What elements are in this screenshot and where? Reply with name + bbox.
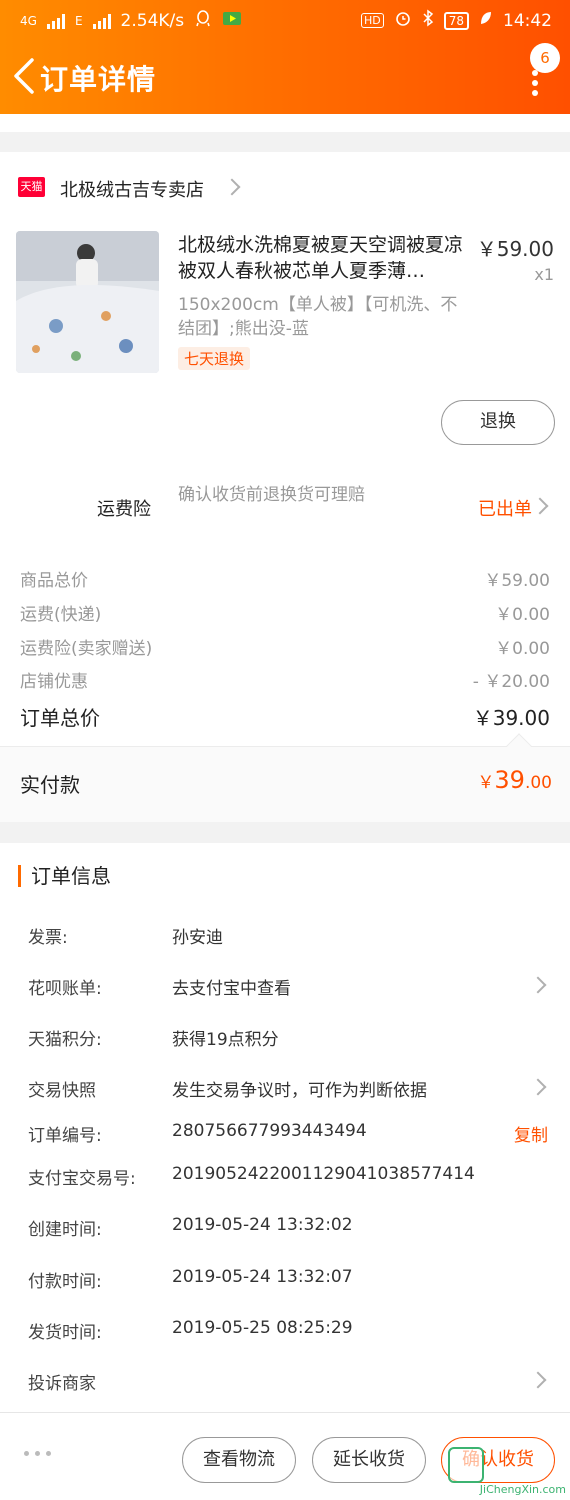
status-bar: 4G E 2.54K/s HD 78 14:42 [0,0,570,38]
paid-integer: 39 [494,766,525,794]
network-4g: 4G [20,13,37,28]
info-row-label: 发票: [28,928,68,948]
info-row-label: 花呗账单: [28,979,102,999]
order-info-title: 订单信息 [18,865,111,887]
price-row-value: ￥59.00 [484,571,550,591]
hd-icon: HD [360,13,384,28]
info-row-label: 支付宝交易号: [28,1169,136,1189]
price-row-label: 商品总价 [20,571,88,591]
tmall-icon: 天猫 [18,177,45,197]
alarm-icon [394,9,412,32]
info-row-shipped-time: 发货时间: 2019-05-25 08:25:29 [28,1318,552,1344]
network-e: E [74,13,83,28]
paid-amount: ￥39.00 [477,766,552,794]
info-row-label: 订单编号: [28,1126,102,1146]
back-icon[interactable] [10,56,40,96]
order-total-value: ￥39.00 [472,706,550,730]
info-row-complaint[interactable]: 投诉商家 [28,1369,552,1395]
price-row-value: ￥0.00 [495,605,550,625]
product-image[interactable] [16,231,159,373]
video-app-icon [222,9,242,32]
more-menu-icon[interactable] [532,70,540,98]
battery-icon: 78 [443,11,469,30]
price-row-insurance: 运费险(卖家赠送) ￥0.00 [20,634,550,659]
page-title: 订单详情 [40,63,157,96]
product-name[interactable]: 北极绒水洗棉夏被夏天空调被夏凉被双人春秋被芯单人夏季薄… [178,232,468,284]
info-row-created: 创建时间: 2019-05-24 13:32:02 [28,1215,552,1241]
info-row-value: 孙安迪 [172,928,223,948]
insurance-status[interactable]: 已出单 [478,495,532,521]
product-price: ￥59.00 [476,237,554,261]
info-row-value: 280756677993443494 [172,1121,367,1141]
info-row-invoice: 发票: 孙安迪 [28,923,552,949]
info-row-value: 发生交易争议时，可作为判断依据 [172,1081,427,1101]
info-row-value: 2019052422001129041038577414 [172,1164,475,1184]
seven-day-return-tag: 七天退换 [178,347,251,370]
price-row-discount: 店铺优惠 - ￥20.00 [20,667,550,692]
network-speed: 2.54K/s [120,10,185,31]
info-row-label: 交易快照 [28,1081,96,1101]
order-total-label: 订单总价 [20,706,100,730]
shop-name[interactable]: 北极绒古吉专卖店 [60,176,204,202]
info-row-label: 创建时间: [28,1220,102,1240]
price-row-label: 店铺优惠 [20,672,88,692]
paid-decimal: .00 [524,773,552,793]
qq-icon [194,9,212,32]
info-row-label: 付款时间: [28,1272,102,1292]
extend-receipt-button[interactable]: 延长收货 [312,1437,426,1483]
info-row-alipay-number: 支付宝交易号: 2019052422001129041038577414 [28,1164,552,1190]
info-row-label: 发货时间: [28,1323,102,1343]
clock-time: 14:42 [503,10,552,31]
shipping-insurance-title: 运费险 [97,499,151,520]
price-row-goods: 商品总价 ￥59.00 [20,566,550,591]
paid-label: 实付款 [20,773,80,797]
bluetooth-icon [422,9,434,32]
order-total-row: 订单总价 ￥39.00 [20,702,550,730]
info-row-order-number: 订单编号: 280756677993443494 复制 [28,1121,552,1147]
info-row-value: 获得19点积分 [172,1030,279,1050]
product-spec: 150x200cm【单人被】【可机洗、不结团】;熊出没-蓝 [178,295,458,339]
watermark-logo-icon [448,1447,484,1483]
return-exchange-button[interactable]: 退换 [441,400,555,445]
more-actions-icon[interactable] [24,1451,51,1456]
bottom-action-bar: 查看物流 延长收货 确认收货 JiChengXin.com [0,1412,570,1500]
info-row-value: 2019-05-25 08:25:29 [172,1318,353,1338]
signal-icon-2 [92,13,111,29]
shipping-insurance-desc: 确认收货前退换货可理赔 [178,485,365,505]
price-row-label: 运费(快递) [20,605,102,625]
header-bar: 4G E 2.54K/s HD 78 14:42 订单详情 6 [0,0,570,114]
info-row-value: 2019-05-24 13:32:07 [172,1267,353,1287]
info-row-label: 投诉商家 [28,1374,96,1394]
copy-button[interactable]: 复制 [514,1121,548,1146]
price-row-value: - ￥20.00 [472,672,550,692]
info-row-points: 天猫积分: 获得19点积分 [28,1025,552,1051]
header-spacer [0,114,570,132]
info-row-value: 去支付宝中查看 [172,979,291,999]
watermark-text: JiChengXin.com [479,1483,566,1496]
signal-icon [46,13,65,29]
product-quantity: x1 [534,265,554,284]
info-row-value: 2019-05-24 13:32:02 [172,1215,353,1235]
view-logistics-button[interactable]: 查看物流 [182,1437,296,1483]
leaf-icon [479,10,493,31]
price-row-label: 运费险(卖家赠送) [20,639,153,659]
price-row-value: ￥0.00 [495,639,550,659]
info-row-label: 天猫积分: [28,1030,102,1050]
notification-badge: 6 [530,43,560,73]
info-row-paid-time: 付款时间: 2019-05-24 13:32:07 [28,1267,552,1293]
info-row-snapshot[interactable]: 交易快照 发生交易争议时，可作为判断依据 [28,1076,552,1102]
price-row-shipping: 运费(快递) ￥0.00 [20,600,550,625]
paid-currency: ￥ [477,773,495,793]
info-row-huabei[interactable]: 花呗账单: 去支付宝中查看 [28,974,552,1000]
